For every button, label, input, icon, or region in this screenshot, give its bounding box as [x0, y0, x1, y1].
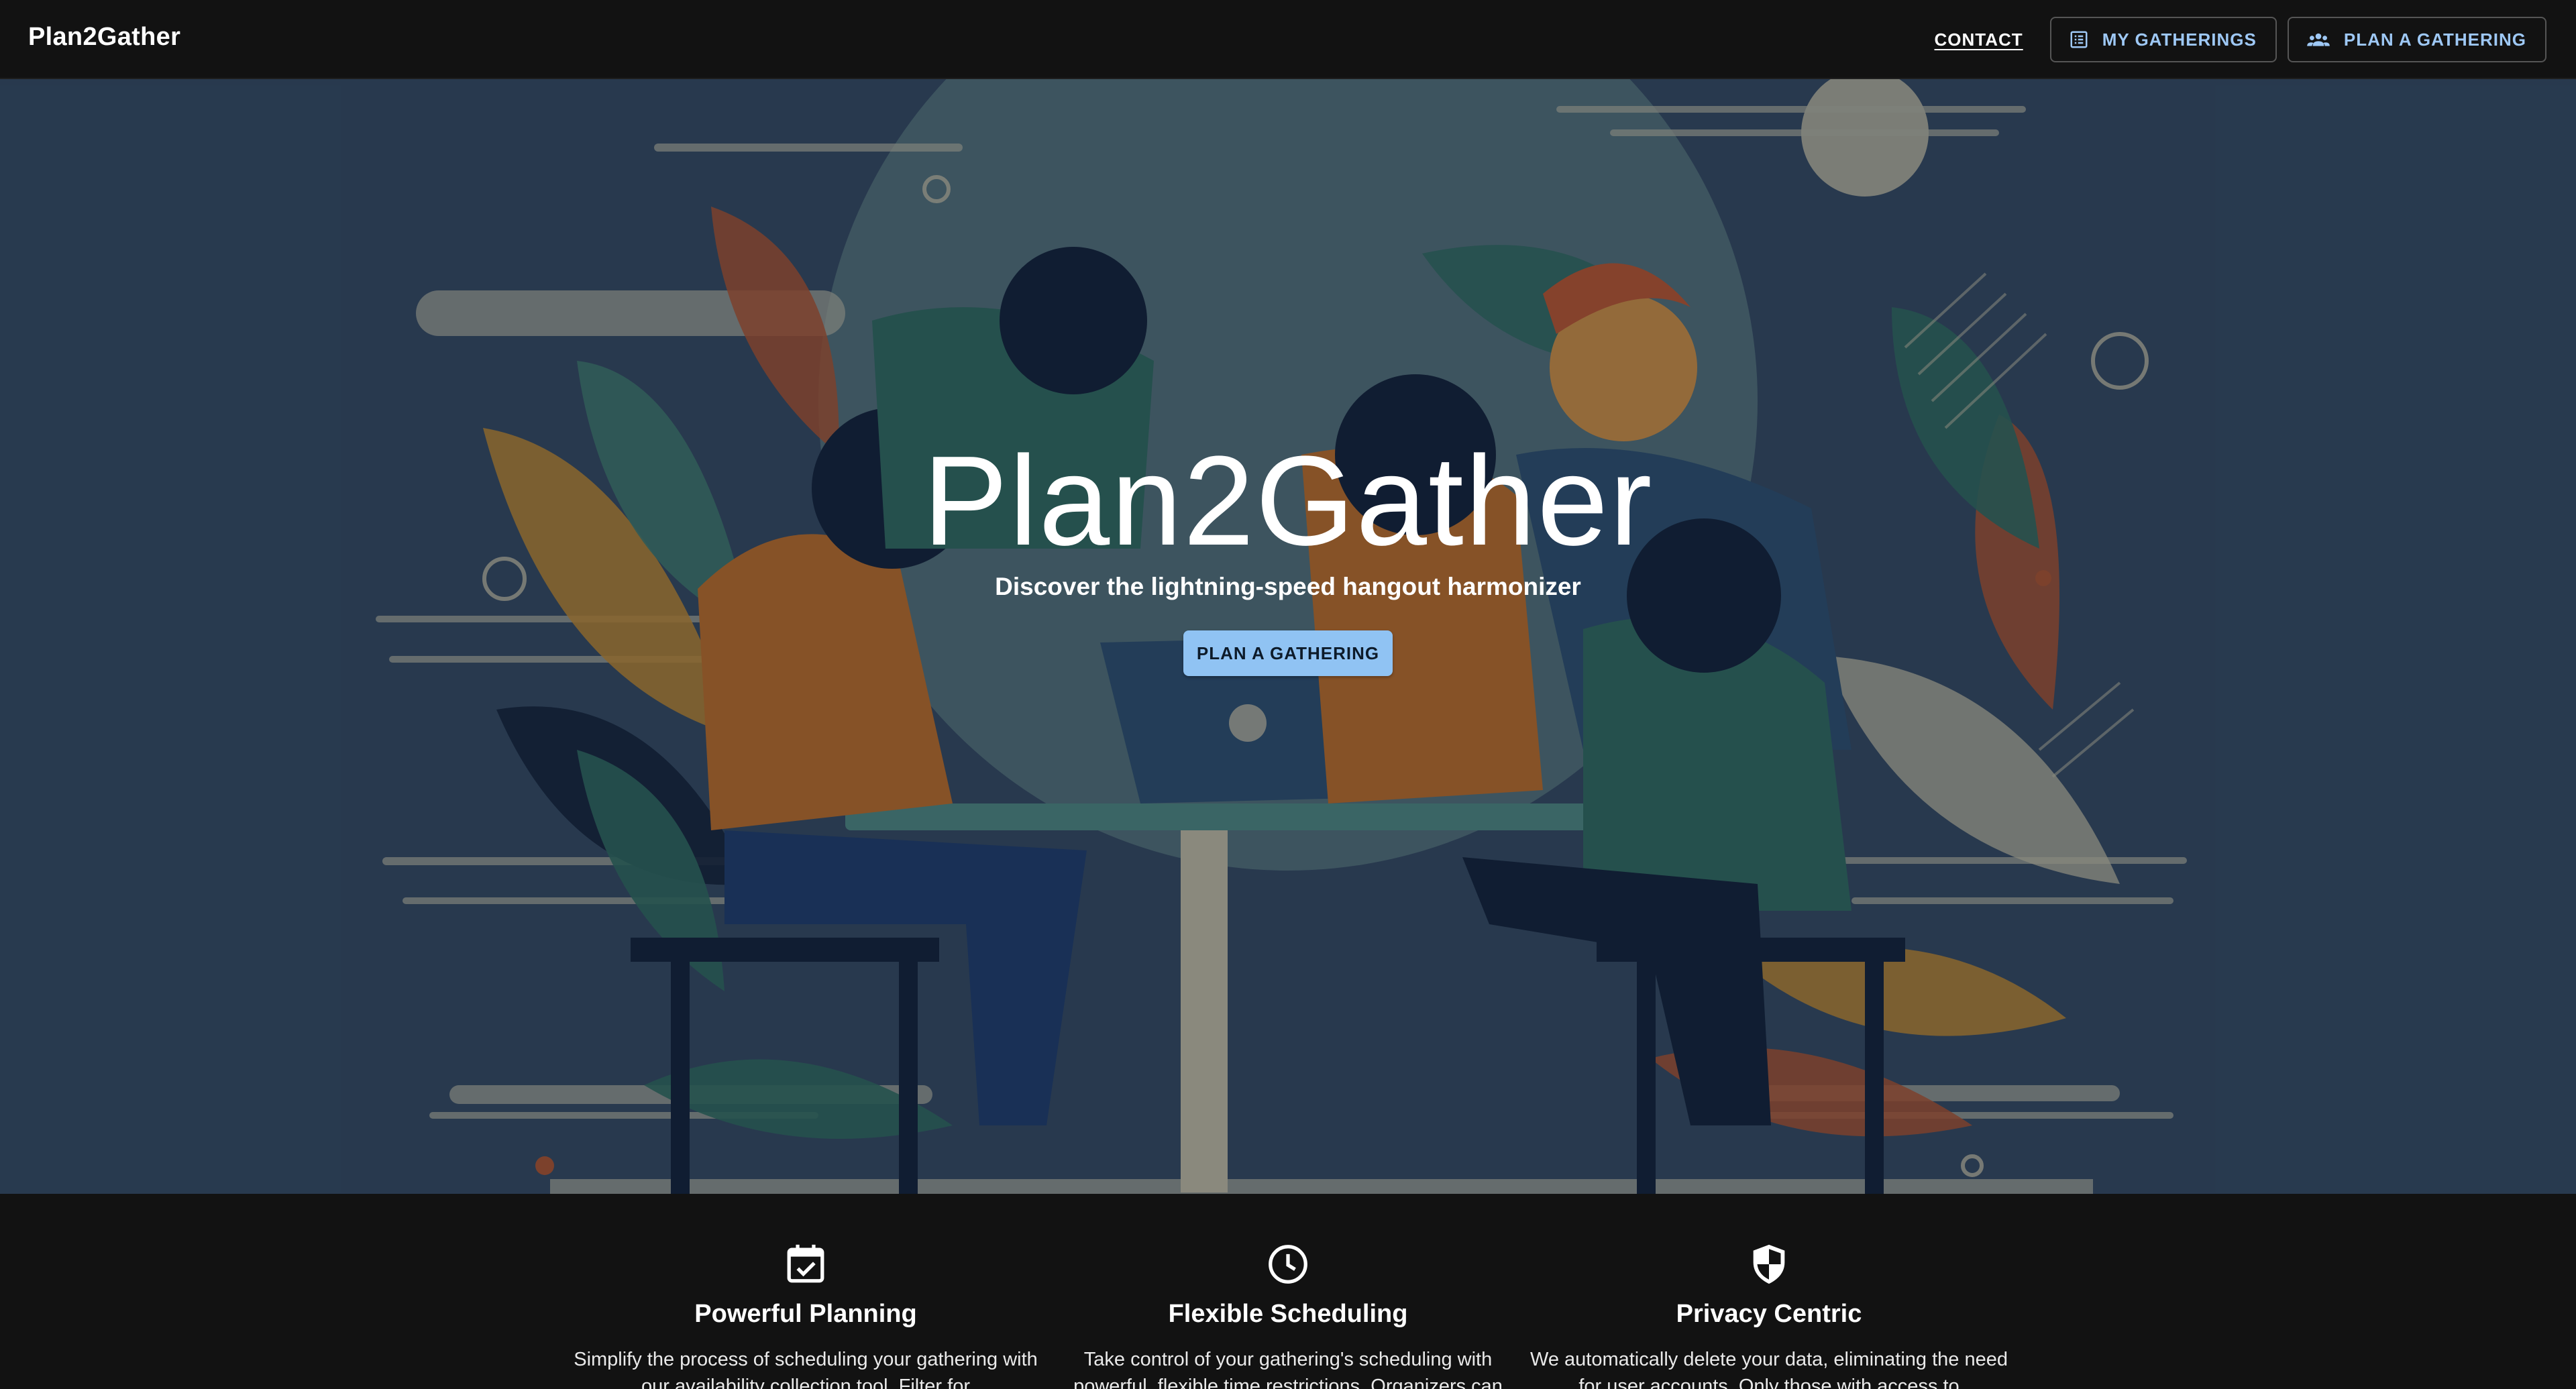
clock-icon — [1269, 1245, 1307, 1284]
feature-powerful-planning: Powerful Planning Simplify the process o… — [564, 1241, 1047, 1389]
feature-title: Powerful Planning — [694, 1300, 917, 1328]
plan-gathering-nav-label: PLAN A GATHERING — [2343, 29, 2526, 50]
contact-link[interactable]: CONTACT — [1935, 30, 2023, 50]
brand-logo[interactable]: Plan2Gather — [28, 23, 180, 52]
feature-title: Flexible Scheduling — [1168, 1300, 1408, 1328]
plan-gathering-nav-button[interactable]: PLAN A GATHERING — [2287, 17, 2546, 62]
group-icon — [2306, 30, 2330, 50]
shield-icon — [1753, 1244, 1785, 1284]
list-icon — [2069, 30, 2089, 50]
calendar-check-icon — [787, 1244, 824, 1283]
feature-title: Privacy Centric — [1676, 1300, 1862, 1328]
hero-subtitle: Discover the lightning-speed hangout har… — [995, 573, 1581, 600]
hero-title: Plan2Gather — [922, 430, 1654, 572]
app-bar: Plan2Gather CONTACT MY GATHERINGS PLAN A… — [0, 0, 2576, 79]
my-gatherings-label: MY GATHERINGS — [2102, 29, 2257, 50]
feature-description: We automatically delete your data, elimi… — [1529, 1349, 2008, 1389]
feature-flexible-scheduling: Flexible Scheduling Take control of your… — [1046, 1241, 1529, 1389]
plan-gathering-cta-button[interactable]: PLAN A GATHERING — [1183, 630, 1393, 676]
top-nav: CONTACT MY GATHERINGS PLAN A GATHERING — [1935, 17, 2546, 62]
my-gatherings-button[interactable]: MY GATHERINGS — [2049, 17, 2277, 62]
feature-privacy-centric: Privacy Centric We automatically delete … — [1527, 1241, 2010, 1389]
hero-section: Plan2Gather Discover the lightning-speed… — [0, 79, 2576, 1194]
page: Plan2Gather CONTACT MY GATHERINGS PLAN A… — [0, 0, 2576, 1389]
feature-description: Simplify the process of scheduling your … — [574, 1349, 1038, 1389]
feature-description: Take control of your gathering's schedul… — [1073, 1349, 1503, 1389]
features-section: Powerful Planning Simplify the process o… — [0, 1194, 2576, 1389]
